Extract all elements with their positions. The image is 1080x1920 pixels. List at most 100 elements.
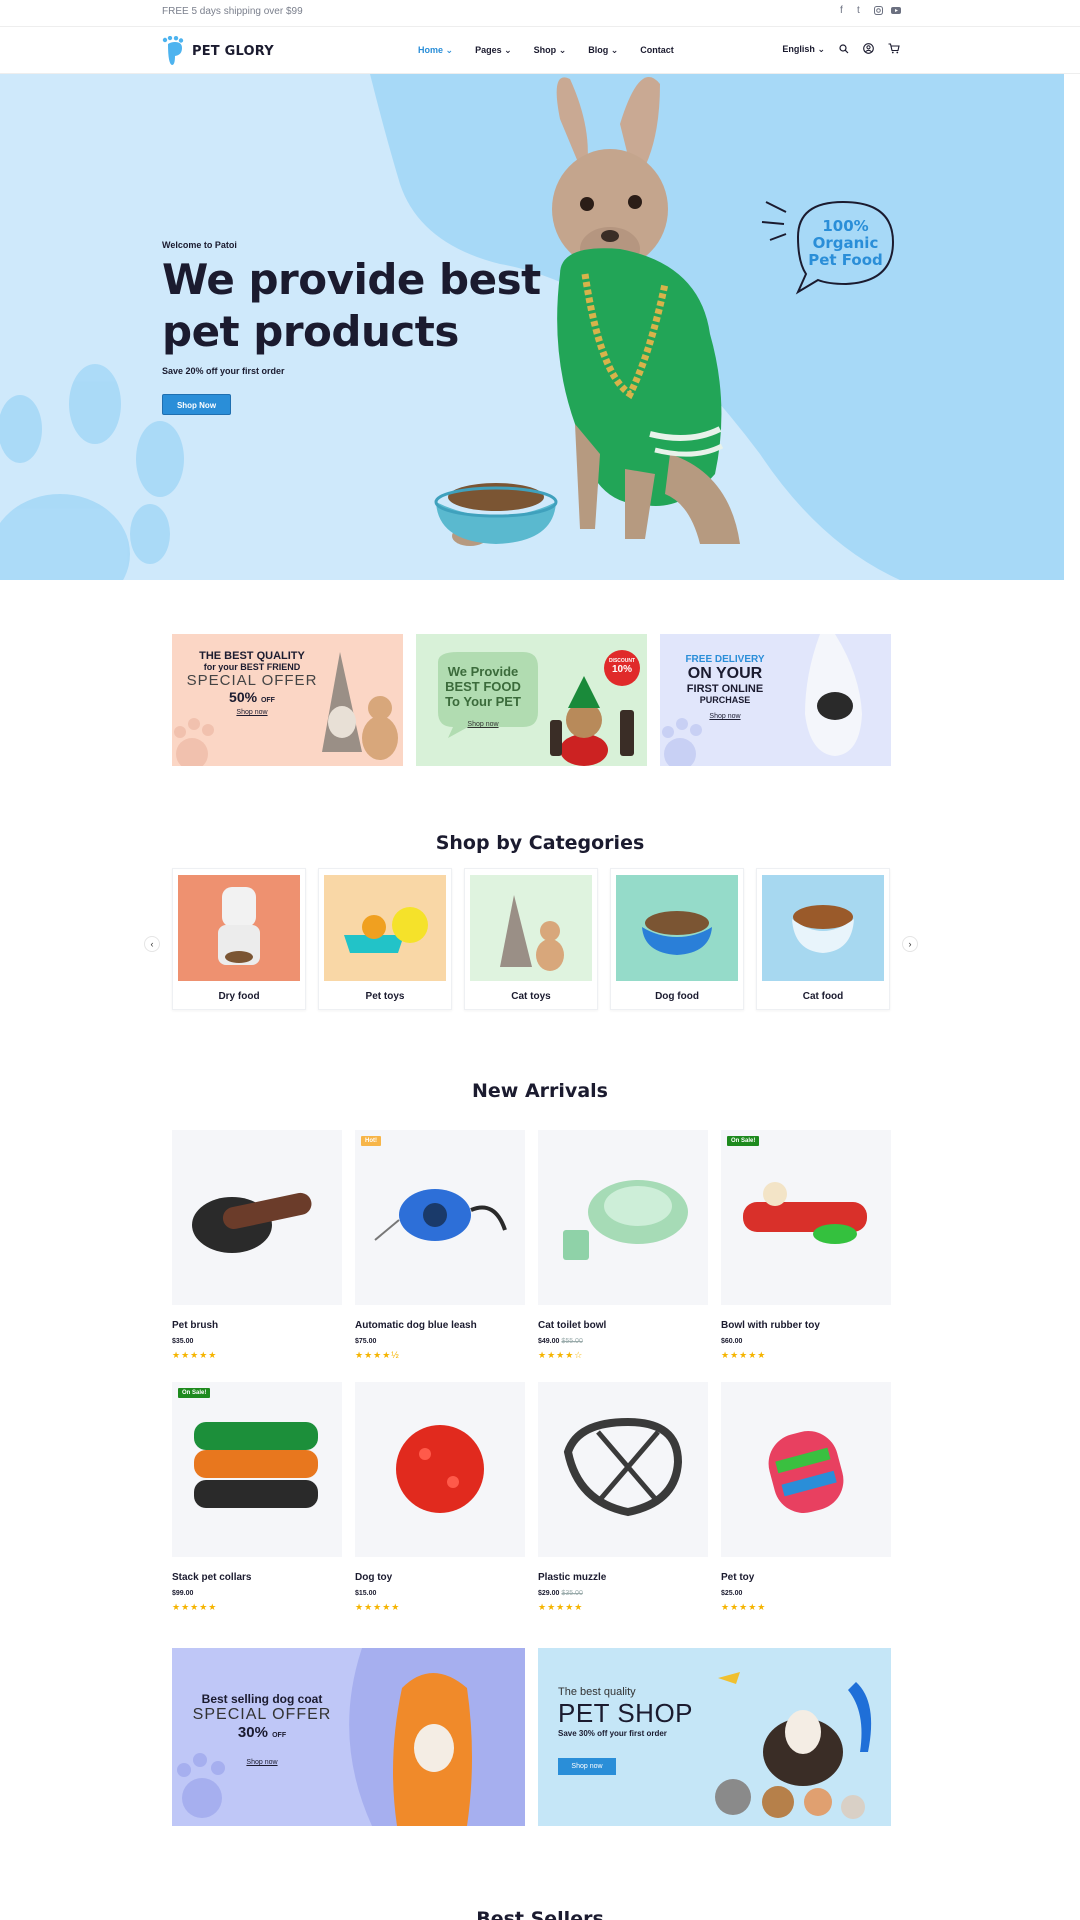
product-image bbox=[355, 1382, 525, 1557]
cart-icon[interactable] bbox=[888, 43, 900, 56]
dog-food-bowl-icon bbox=[642, 911, 712, 955]
muzzle-icon bbox=[563, 1417, 683, 1517]
price-current: $99.00 bbox=[172, 1590, 194, 1597]
categories-next-button[interactable]: › bbox=[902, 936, 918, 952]
promo-pet-shop[interactable]: The best quality PET SHOP Save 30% off y… bbox=[538, 1648, 891, 1826]
product-name[interactable]: Cat toilet bowl bbox=[538, 1320, 606, 1331]
nav-item-contact[interactable]: Contact bbox=[640, 45, 674, 56]
hot-badge: Hot! bbox=[361, 1136, 381, 1146]
product-card[interactable]: Pet toy $25.00 ★★★★★ bbox=[721, 1382, 891, 1612]
product-price: $75.00 bbox=[355, 1338, 378, 1345]
category-image bbox=[178, 875, 300, 981]
category-image bbox=[324, 875, 446, 981]
promo-shop-now-button[interactable]: Shop now bbox=[558, 1758, 616, 1775]
cat-toys-icon bbox=[500, 895, 564, 971]
product-name[interactable]: Automatic dog blue leash bbox=[355, 1320, 477, 1331]
search-icon[interactable] bbox=[839, 43, 849, 56]
product-name[interactable]: Dog toy bbox=[355, 1572, 392, 1583]
product-card[interactable]: Dog toy $15.00 ★★★★★ bbox=[355, 1382, 525, 1612]
product-card[interactable]: On Sale! Stack pet collars $99.00 ★★★★★ bbox=[172, 1382, 342, 1612]
promo-dog-coat[interactable]: Best selling dog coat SPECIAL OFFER 30% … bbox=[172, 1648, 525, 1826]
product-name[interactable]: Pet toy bbox=[721, 1572, 754, 1583]
banner-shop-now-link[interactable]: Shop now bbox=[428, 717, 538, 732]
main-header: PET GLORY Home ⌄ Pages ⌄ Shop ⌄ Blog ⌄ C… bbox=[0, 26, 1080, 74]
category-card-dog-food[interactable]: Dog food bbox=[610, 868, 744, 1010]
paw-logo-icon bbox=[162, 35, 186, 66]
nav-item-shop[interactable]: Shop ⌄ bbox=[534, 45, 567, 56]
promo-shop-now-link[interactable]: Shop now bbox=[192, 1759, 332, 1766]
header-actions: English ⌄ bbox=[782, 43, 900, 56]
product-card[interactable]: Hot! Automatic dog blue leash $75.00 ★★★… bbox=[355, 1130, 525, 1360]
sale-badge: On Sale! bbox=[178, 1388, 211, 1398]
price-current: $29.00 bbox=[538, 1590, 560, 1597]
hero-subtitle: Save 20% off your first order bbox=[162, 366, 285, 376]
youtube-icon[interactable] bbox=[891, 6, 901, 15]
price-current: $35.00 bbox=[172, 1338, 194, 1345]
category-card-dry-food[interactable]: Dry food bbox=[172, 868, 306, 1010]
product-card[interactable]: Pet brush $35.00 ★★★★★ bbox=[172, 1130, 342, 1360]
chevron-right-icon: › bbox=[908, 939, 912, 949]
categories-prev-button[interactable]: ‹ bbox=[144, 936, 160, 952]
product-name[interactable]: Plastic muzzle bbox=[538, 1572, 606, 1583]
product-price: $49.00 $55.00 bbox=[538, 1338, 583, 1345]
chevron-down-icon: ⌄ bbox=[504, 45, 512, 55]
paw-decoration-icon bbox=[662, 718, 702, 766]
promo-banner-best-food[interactable]: We Provide BEST FOOD To Your PET Shop no… bbox=[416, 634, 647, 766]
hero-section: Welcome to Patoi We provide best pet pro… bbox=[0, 74, 1064, 580]
best-sellers-title: Best Sellers bbox=[476, 1908, 604, 1920]
bubble-line: Pet Food bbox=[808, 251, 883, 269]
price-current: $49.00 bbox=[538, 1338, 560, 1345]
banner-shop-now-link[interactable]: Shop now bbox=[182, 709, 322, 716]
promo-line: SPECIAL OFFER bbox=[192, 1706, 332, 1723]
nav-label: Blog bbox=[588, 45, 609, 55]
nav-item-blog[interactable]: Blog ⌄ bbox=[588, 45, 618, 56]
category-card-cat-toys[interactable]: Cat toys bbox=[464, 868, 598, 1010]
pet-brush-icon bbox=[192, 1192, 312, 1253]
price-old: $35.00 bbox=[561, 1590, 583, 1597]
rating-stars: ★★★★★ bbox=[355, 1602, 401, 1612]
banner-line: ON YOUR bbox=[687, 665, 763, 682]
promo-line: Save 30% off your first order bbox=[558, 1729, 667, 1738]
chevron-down-icon: ⌄ bbox=[558, 45, 567, 55]
twitter-icon[interactable]: t bbox=[857, 6, 866, 16]
banner-line: for your BEST FRIEND bbox=[203, 662, 301, 672]
rating-stars: ★★★★★ bbox=[721, 1602, 767, 1612]
promo-banner-special-offer[interactable]: THE BEST QUALITY for your BEST FRIEND SP… bbox=[172, 634, 403, 766]
product-name[interactable]: Stack pet collars bbox=[172, 1572, 251, 1583]
nav-item-home[interactable]: Home ⌄ bbox=[418, 45, 453, 56]
product-price: $15.00 bbox=[355, 1590, 378, 1597]
top-bar: FREE 5 days shipping over $99 f t bbox=[0, 0, 1080, 26]
promo-banner-free-delivery[interactable]: FREE DELIVERY ON YOUR FIRST ONLINE PURCH… bbox=[660, 634, 891, 766]
logo[interactable]: PET GLORY bbox=[162, 35, 274, 66]
shipping-notice: FREE 5 days shipping over $99 bbox=[162, 6, 303, 17]
banner-line: We Provide bbox=[447, 664, 519, 679]
promo-line: PET SHOP bbox=[558, 1698, 694, 1728]
promo-discount-suffix: OFF bbox=[272, 1732, 287, 1739]
logo-text: PET GLORY bbox=[192, 43, 274, 59]
product-card[interactable]: Plastic muzzle $29.00 $35.00 ★★★★★ bbox=[538, 1382, 708, 1612]
nav-item-pages[interactable]: Pages ⌄ bbox=[475, 45, 512, 56]
spiky-ball-icon bbox=[396, 1425, 484, 1513]
product-name[interactable]: Bowl with rubber toy bbox=[721, 1320, 820, 1331]
language-select[interactable]: English ⌄ bbox=[782, 44, 825, 55]
banner-shop-now-link[interactable]: Shop now bbox=[670, 713, 780, 720]
product-name[interactable]: Pet brush bbox=[172, 1320, 218, 1331]
product-card[interactable]: Cat toilet bowl $49.00 $55.00 ★★★★☆ bbox=[538, 1130, 708, 1360]
product-card[interactable]: On Sale! Bowl with rubber toy $60.00 ★★★… bbox=[721, 1130, 891, 1360]
banner-discount-suffix: OFF bbox=[260, 697, 275, 704]
promo-line: The best quality bbox=[558, 1686, 636, 1698]
product-price: $35.00 bbox=[172, 1338, 195, 1345]
bubble-line: Organic bbox=[812, 234, 879, 252]
shop-now-button[interactable]: Shop Now bbox=[162, 394, 231, 415]
category-label: Cat toys bbox=[511, 991, 551, 1002]
account-icon[interactable] bbox=[863, 43, 874, 56]
bubble-line: 100% bbox=[822, 217, 869, 235]
bowl-with-toy-icon bbox=[743, 1182, 867, 1244]
price-current: $75.00 bbox=[355, 1338, 377, 1345]
food-bowl-illustration bbox=[434, 483, 558, 544]
category-card-cat-food[interactable]: Cat food bbox=[756, 868, 890, 1010]
category-card-pet-toys[interactable]: Pet toys bbox=[318, 868, 452, 1010]
rating-stars: ★★★★★ bbox=[172, 1602, 218, 1612]
facebook-icon[interactable]: f bbox=[840, 6, 849, 16]
instagram-icon[interactable] bbox=[874, 6, 883, 15]
